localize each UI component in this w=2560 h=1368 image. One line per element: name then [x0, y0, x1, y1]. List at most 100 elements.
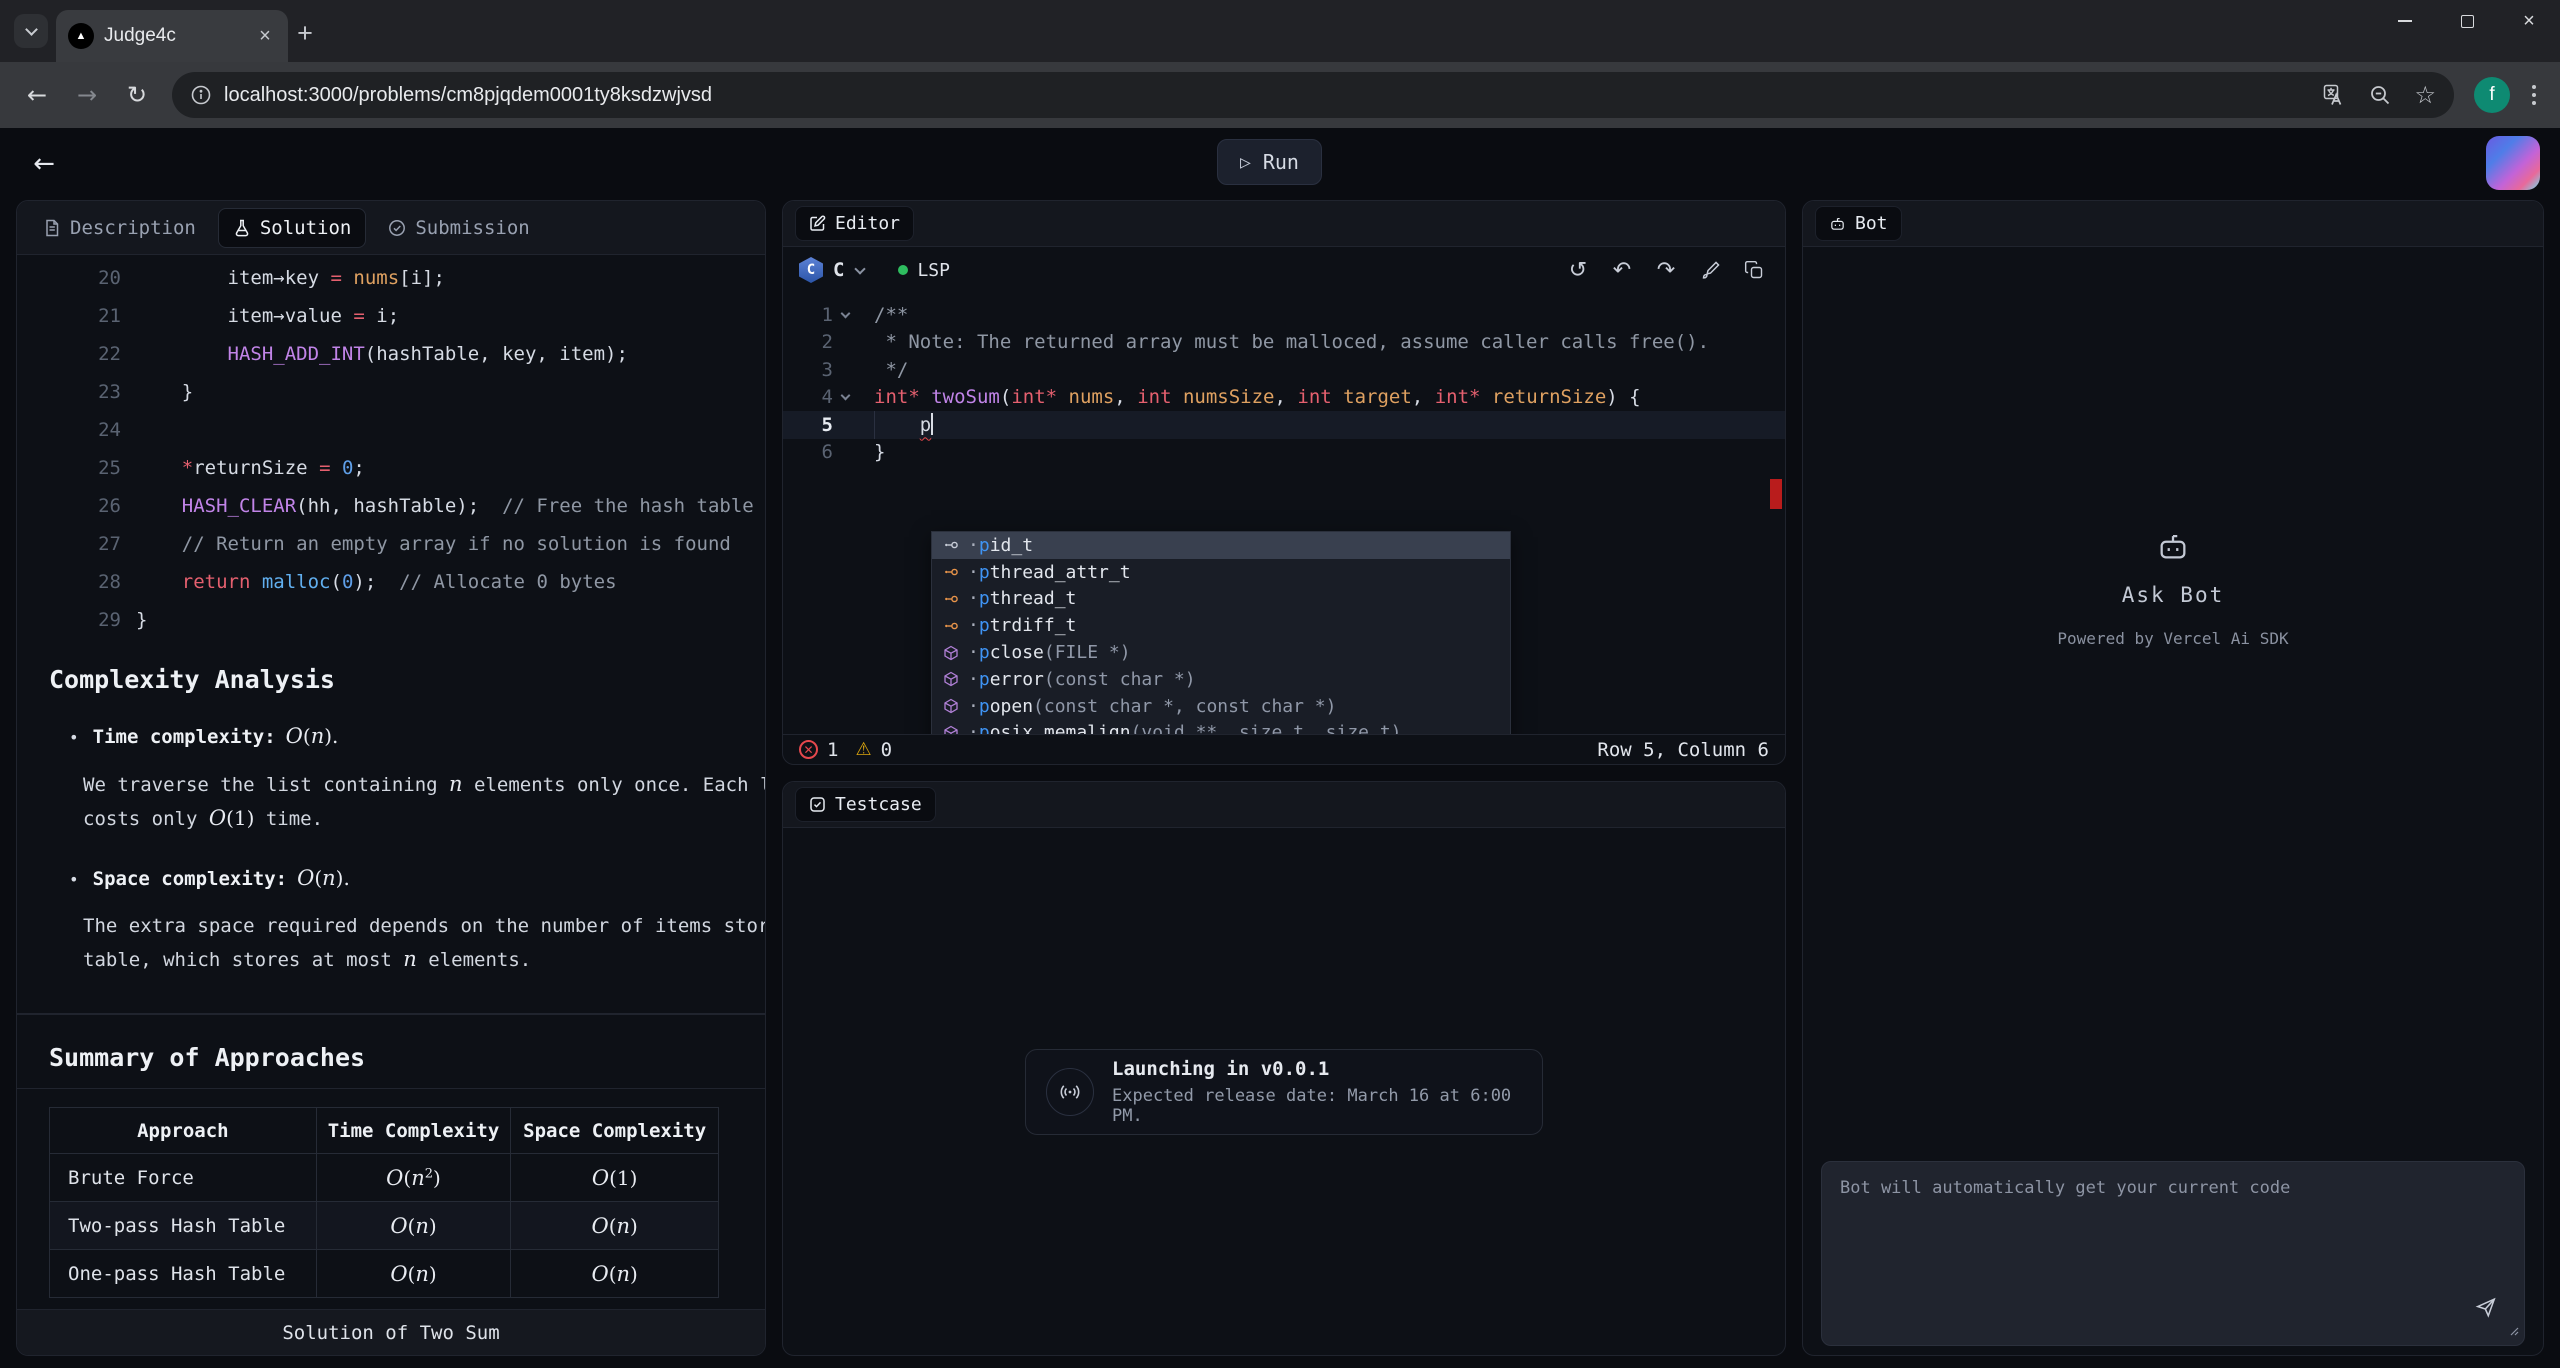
- solution-content[interactable]: 20 item→key = nums[i];21 item→value = i;…: [17, 255, 765, 1355]
- table-cell: O(n): [316, 1250, 511, 1298]
- address-bar[interactable]: localhost:3000/problems/cm8pjqdem0001ty8…: [172, 72, 2454, 118]
- window-maximize-button[interactable]: [2436, 0, 2498, 42]
- minimize-icon: [2398, 20, 2412, 22]
- code-editor[interactable]: 1/**2 * Note: The returned array must be…: [783, 293, 1785, 734]
- table-cell: O(n): [316, 1202, 511, 1250]
- testcase-panel: Testcase Launching in v0.0.1 Expected re…: [782, 781, 1786, 1356]
- tab-description[interactable]: Description: [29, 209, 210, 247]
- autocomplete-item[interactable]: ·pid_t: [932, 532, 1510, 559]
- tab-submission[interactable]: Submission: [374, 209, 543, 247]
- summary-heading: Summary of Approaches: [49, 1043, 765, 1072]
- tab-close-icon[interactable]: ×: [252, 23, 278, 49]
- autocomplete-item[interactable]: ·posix_memalign(void **, size_t, size_t): [932, 720, 1510, 734]
- back-button[interactable]: ←: [16, 74, 58, 116]
- autocomplete-item[interactable]: ·ptrdiff_t: [932, 612, 1510, 639]
- bookmark-star-icon[interactable]: ☆: [2414, 81, 2436, 109]
- send-icon[interactable]: [2475, 1296, 2497, 1322]
- editor-panel: Editor C C LSP ↺ ↶ ↷: [782, 200, 1786, 765]
- error-overview-marker: [1770, 479, 1782, 509]
- solution-footer: Solution of Two Sum: [17, 1309, 765, 1355]
- run-button[interactable]: ▷ Run: [1217, 139, 1322, 185]
- zoom-out-icon[interactable]: [2368, 83, 2392, 107]
- fold-chevron-icon[interactable]: [840, 308, 850, 318]
- undo-icon[interactable]: ↶: [1607, 255, 1637, 285]
- tab-title: Judge4c: [104, 25, 252, 47]
- autocomplete-item[interactable]: ·pclose(FILE *): [932, 639, 1510, 666]
- tab-search-button[interactable]: [14, 14, 48, 48]
- editor-line: 2 * Note: The returned array must be mal…: [783, 329, 1785, 357]
- bot-pill[interactable]: Bot: [1815, 206, 1902, 241]
- bot-message-input[interactable]: [1821, 1161, 2525, 1346]
- language-select-value[interactable]: C: [833, 259, 844, 281]
- line-code: return malloc(0); // Allocate 0 bytes: [121, 571, 617, 593]
- forward-button[interactable]: →: [66, 74, 108, 116]
- window-controls: ×: [2374, 0, 2560, 42]
- reset-code-icon[interactable]: ↺: [1563, 255, 1593, 285]
- favicon-icon: ▲: [68, 23, 94, 49]
- browser-tab[interactable]: ▲ Judge4c ×: [56, 10, 288, 62]
- document-icon: [43, 219, 61, 237]
- editor-line: 4int* twoSum(int* nums, int numsSize, in…: [783, 384, 1785, 412]
- chevron-down-icon[interactable]: [855, 263, 866, 274]
- complexity-list: •Time complexity:O(n).We traverse the li…: [17, 694, 765, 977]
- redo-icon[interactable]: ↷: [1651, 255, 1681, 285]
- play-icon: ▷: [1240, 152, 1251, 173]
- new-tab-button[interactable]: +: [288, 16, 322, 50]
- maximize-icon: [2461, 15, 2474, 28]
- app-header: ← ▷ Run: [0, 128, 2560, 200]
- browser-profile-avatar[interactable]: f: [2474, 77, 2510, 113]
- tab-solution[interactable]: Solution: [218, 208, 367, 248]
- line-number: 21: [17, 305, 121, 327]
- browser-menu-icon[interactable]: [2520, 74, 2548, 116]
- function-icon: [942, 671, 960, 687]
- line-number: 22: [17, 343, 121, 365]
- autocomplete-item[interactable]: ·pthread_t: [932, 586, 1510, 613]
- autocomplete-item[interactable]: ·popen(const char *, const char *): [932, 693, 1510, 720]
- line-code: item→value = i;: [121, 305, 399, 327]
- bot-panel-header: Bot: [1803, 201, 2543, 247]
- format-code-icon[interactable]: [1695, 255, 1725, 285]
- editor-line: 5 p: [783, 411, 1785, 439]
- bot-icon: [1829, 215, 1846, 232]
- code-line: 24: [17, 411, 765, 449]
- line-code: HASH_ADD_INT(hashTable, key, item);: [121, 343, 628, 365]
- window-close-button[interactable]: ×: [2498, 0, 2560, 42]
- copy-code-icon[interactable]: [1739, 255, 1769, 285]
- typedef-icon: [942, 537, 960, 553]
- window-minimize-button[interactable]: [2374, 0, 2436, 42]
- autocomplete-item[interactable]: ·pthread_attr_t: [932, 559, 1510, 586]
- url-text: localhost:3000/problems/cm8pjqdem0001ty8…: [224, 84, 712, 107]
- toast-subtitle: Expected release date: March 16 at 6:00 …: [1112, 1086, 1522, 1126]
- function-icon: [942, 725, 960, 734]
- fold-chevron-icon[interactable]: [840, 391, 850, 401]
- testcase-title: Testcase: [835, 794, 922, 815]
- resize-handle-icon[interactable]: [2508, 1321, 2519, 1340]
- reload-button[interactable]: ↻: [116, 74, 158, 116]
- bot-panel: Bot Ask Bot Powered by Vercel Ai SDK: [1802, 200, 2544, 1356]
- editor-pill[interactable]: Editor: [795, 206, 914, 241]
- site-info-icon[interactable]: [190, 84, 212, 106]
- editor-toolbar: C C LSP ↺ ↶ ↷: [783, 247, 1785, 293]
- tab-label: Description: [70, 217, 196, 239]
- line-number: 23: [17, 381, 121, 403]
- table-cell: O(1): [511, 1154, 719, 1202]
- code-line: 21 item→value = i;: [17, 297, 765, 335]
- testcase-pill[interactable]: Testcase: [795, 787, 936, 822]
- autocomplete-item[interactable]: ·perror(const char *): [932, 666, 1510, 693]
- chevron-down-icon: [25, 23, 38, 36]
- editor-lines: 1/**2 * Note: The returned array must be…: [783, 301, 1785, 466]
- app-back-button[interactable]: ←: [24, 144, 64, 184]
- user-avatar[interactable]: [2486, 136, 2540, 190]
- app-root: ← ▷ Run Description Solution: [0, 128, 2560, 1368]
- translate-icon[interactable]: [2322, 83, 2346, 107]
- check-circle-icon: [388, 219, 406, 237]
- powered-by-label: Powered by Vercel Ai SDK: [2057, 629, 2288, 648]
- broadcast-icon: [1046, 1068, 1094, 1116]
- warnings-icon: ⚠: [855, 739, 871, 760]
- line-number: 25: [17, 457, 121, 479]
- tab-label: Submission: [415, 217, 529, 239]
- line-code: *returnSize = 0;: [121, 457, 365, 479]
- line-number: 26: [17, 495, 121, 517]
- bot-large-icon: [2156, 529, 2190, 563]
- line-code: }: [121, 381, 193, 403]
